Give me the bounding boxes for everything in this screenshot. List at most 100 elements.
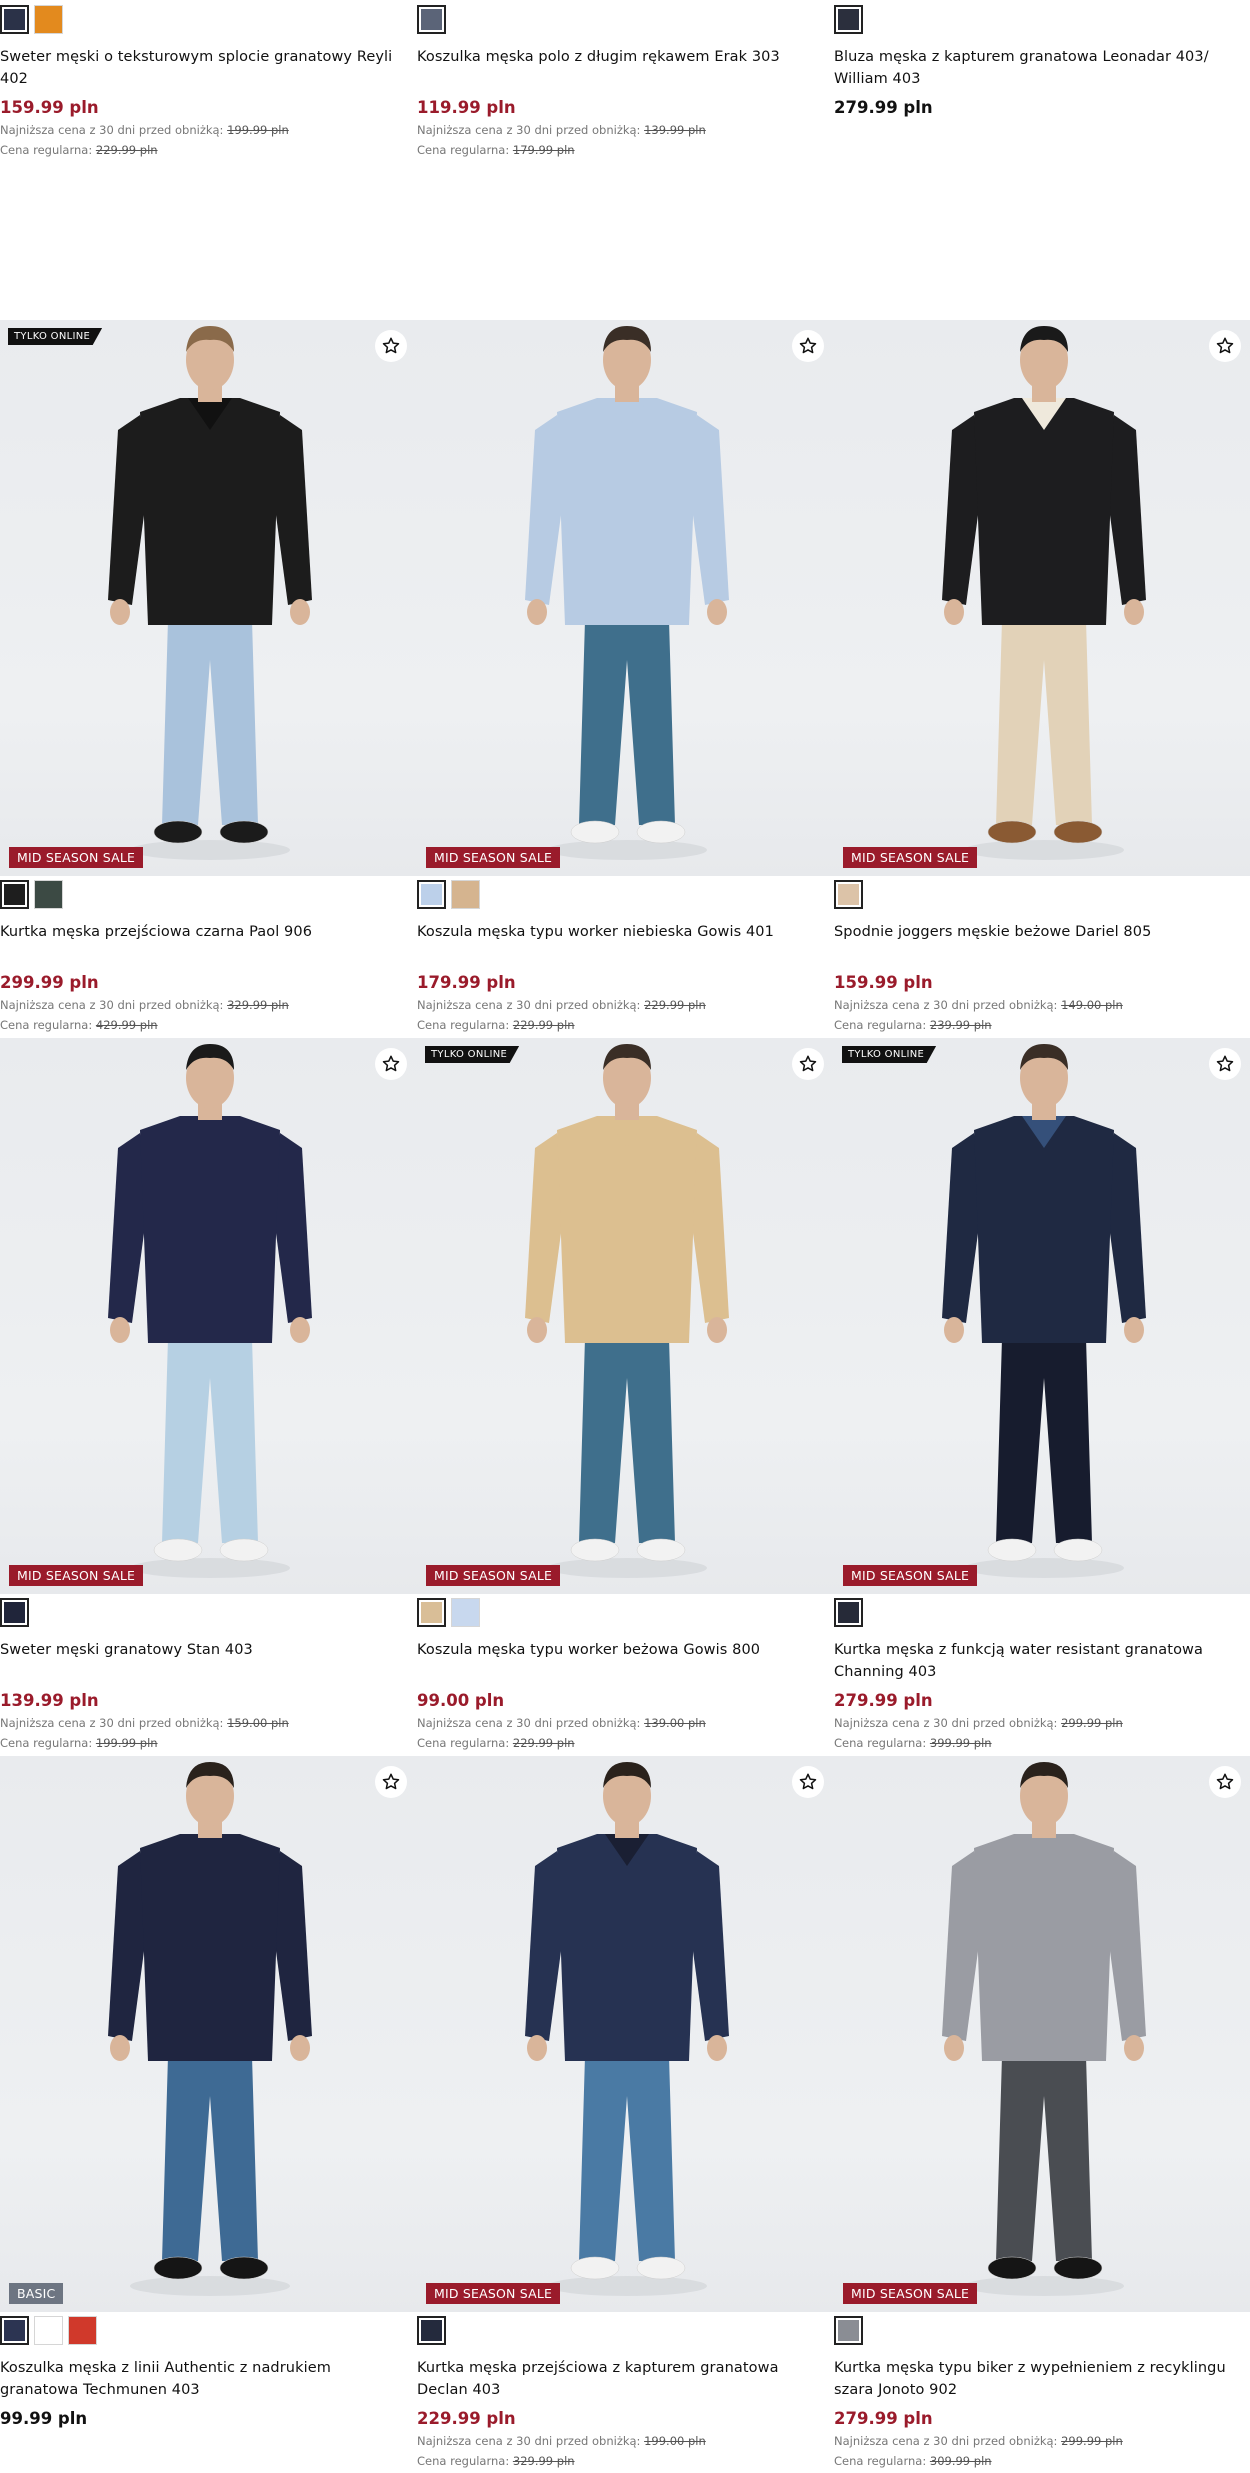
color-chip [838, 2320, 859, 2341]
color-chip [451, 1598, 480, 1627]
color-swatch[interactable] [834, 2316, 863, 2345]
color-swatch[interactable] [451, 1598, 480, 1627]
regular-price-label: Cena regularna: [417, 1018, 510, 1032]
lowest-price-value: 159.00 pln [227, 1716, 289, 1730]
lowest-price-line: Najniższa cena z 30 dni przed obniżką: 1… [417, 1713, 822, 1733]
color-chip [421, 1602, 442, 1623]
lowest-price-label: Najniższa cena z 30 dni przed obniżką: [417, 123, 641, 137]
product-info: Bluza męska z kapturem granatowa Leonada… [834, 5, 1239, 120]
product-title[interactable]: Kurtka męska przejściowa z kapturem gran… [417, 2357, 822, 2401]
lowest-price-line: Najniższa cena z 30 dni przed obniżką: 2… [417, 995, 822, 1015]
regular-price-label: Cena regularna: [417, 1736, 510, 1750]
sale-badge: MID SEASON SALE [426, 847, 561, 868]
color-swatch[interactable] [34, 2316, 63, 2345]
product-image[interactable]: MID SEASON SALE [834, 320, 1250, 876]
product-image[interactable]: TYLKO ONLINE MID SEASON SALE [0, 320, 417, 876]
color-swatches [0, 5, 405, 34]
product-title[interactable]: Bluza męska z kapturem granatowa Leonada… [834, 46, 1239, 90]
color-swatches [834, 2316, 1239, 2345]
wishlist-button[interactable] [1209, 1048, 1241, 1080]
regular-price-value: 239.99 pln [929, 1018, 992, 1032]
star-icon [382, 1055, 400, 1072]
wishlist-button[interactable] [792, 1766, 824, 1798]
lowest-price-value: 299.99 pln [1061, 1716, 1123, 1730]
product-price: 279.99 pln [834, 98, 933, 117]
product-title[interactable]: Kurtka męska z funkcją water resistant g… [834, 1639, 1239, 1683]
color-swatch[interactable] [834, 1598, 863, 1627]
lowest-price-value: 139.99 pln [644, 123, 706, 137]
product-price: 139.99 pln [0, 1691, 99, 1710]
model-photo [108, 326, 312, 860]
color-swatch[interactable] [0, 1598, 29, 1627]
color-swatch[interactable] [0, 880, 29, 909]
product-title[interactable]: Koszula męska typu worker beżowa Gowis 8… [417, 1639, 822, 1683]
color-swatch[interactable] [834, 880, 863, 909]
color-swatch[interactable] [834, 5, 863, 34]
product-title[interactable]: Koszulka męska polo z długim rękawem Era… [417, 46, 822, 90]
color-swatch[interactable] [0, 5, 29, 34]
online-only-badge: TYLKO ONLINE [425, 1046, 520, 1063]
color-swatch[interactable] [0, 2316, 29, 2345]
wishlist-button[interactable] [792, 330, 824, 362]
lowest-price-value: 299.99 pln [1061, 2434, 1123, 2448]
lowest-price-label: Najniższa cena z 30 dni przed obniżką: [417, 1716, 641, 1730]
color-swatches [0, 2316, 405, 2345]
regular-price-line: Cena regularna: 329.99 pln [417, 2451, 822, 2471]
color-swatch[interactable] [417, 1598, 446, 1627]
regular-price-line: Cena regularna: 229.99 pln [0, 140, 405, 160]
color-swatch[interactable] [34, 5, 63, 34]
product-title[interactable]: Spodnie joggers męskie beżowe Dariel 805 [834, 921, 1239, 965]
sale-badge: MID SEASON SALE [843, 847, 978, 868]
wishlist-button[interactable] [375, 330, 407, 362]
wishlist-button[interactable] [375, 1048, 407, 1080]
lowest-price-line: Najniższa cena z 30 dni przed obniżką: 1… [0, 1713, 405, 1733]
product-image[interactable]: MID SEASON SALE [834, 1756, 1250, 2312]
star-icon [1216, 337, 1234, 354]
product-image[interactable]: MID SEASON SALE [0, 1038, 417, 1594]
regular-price-value: 229.99 pln [95, 143, 158, 157]
product-title[interactable]: Sweter męski o teksturowym splocie grana… [0, 46, 405, 90]
color-swatch[interactable] [417, 5, 446, 34]
product-price: 279.99 pln [834, 1691, 933, 1710]
product-image[interactable]: TYLKO ONLINE MID SEASON SALE [834, 1038, 1250, 1594]
product-price: 159.99 pln [834, 973, 933, 992]
regular-price-label: Cena regularna: [834, 2454, 927, 2468]
sale-badge: MID SEASON SALE [9, 1565, 144, 1586]
product-image[interactable]: MID SEASON SALE [417, 320, 834, 876]
product-title[interactable]: Kurtka męska typu biker z wypełnieniem z… [834, 2357, 1239, 2401]
product-title[interactable]: Koszula męska typu worker niebieska Gowi… [417, 921, 822, 965]
color-chip [421, 2320, 442, 2341]
color-swatches [0, 880, 405, 909]
lowest-price-value: 139.00 pln [644, 1716, 706, 1730]
lowest-price-label: Najniższa cena z 30 dni przed obniżką: [834, 998, 1058, 1012]
color-swatch[interactable] [68, 2316, 97, 2345]
product-image[interactable]: MID SEASON SALE [417, 1756, 834, 2312]
model-photo [525, 1044, 729, 1578]
color-chip [34, 2316, 63, 2345]
product-title[interactable]: Sweter męski granatowy Stan 403 [0, 1639, 405, 1683]
color-swatch[interactable] [34, 880, 63, 909]
wishlist-button[interactable] [1209, 1766, 1241, 1798]
wishlist-button[interactable] [1209, 330, 1241, 362]
sale-badge: MID SEASON SALE [426, 2283, 561, 2304]
lowest-price-line: Najniższa cena z 30 dni przed obniżką: 2… [834, 2431, 1239, 2451]
regular-price-label: Cena regularna: [0, 143, 93, 157]
color-swatch[interactable] [451, 880, 480, 909]
regular-price-value: 309.99 pln [929, 2454, 992, 2468]
product-title[interactable]: Koszulka męska z linii Authentic z nadru… [0, 2357, 405, 2401]
lowest-price-label: Najniższa cena z 30 dni przed obniżką: [417, 998, 641, 1012]
color-swatches [0, 1598, 405, 1627]
product-title[interactable]: Kurtka męska przejściowa czarna Paol 906 [0, 921, 405, 965]
product-image[interactable]: BASIC [0, 1756, 417, 2312]
color-swatches [834, 1598, 1239, 1627]
product-image[interactable]: TYLKO ONLINE MID SEASON SALE [417, 1038, 834, 1594]
color-swatch[interactable] [417, 2316, 446, 2345]
regular-price-label: Cena regularna: [0, 1018, 93, 1032]
product-info: Koszula męska typu worker beżowa Gowis 8… [417, 1598, 822, 1753]
lowest-price-value: 229.99 pln [644, 998, 706, 1012]
wishlist-button[interactable] [792, 1048, 824, 1080]
color-swatch[interactable] [417, 880, 446, 909]
wishlist-button[interactable] [375, 1766, 407, 1798]
lowest-price-value: 329.99 pln [227, 998, 289, 1012]
model-photo [942, 1044, 1146, 1578]
